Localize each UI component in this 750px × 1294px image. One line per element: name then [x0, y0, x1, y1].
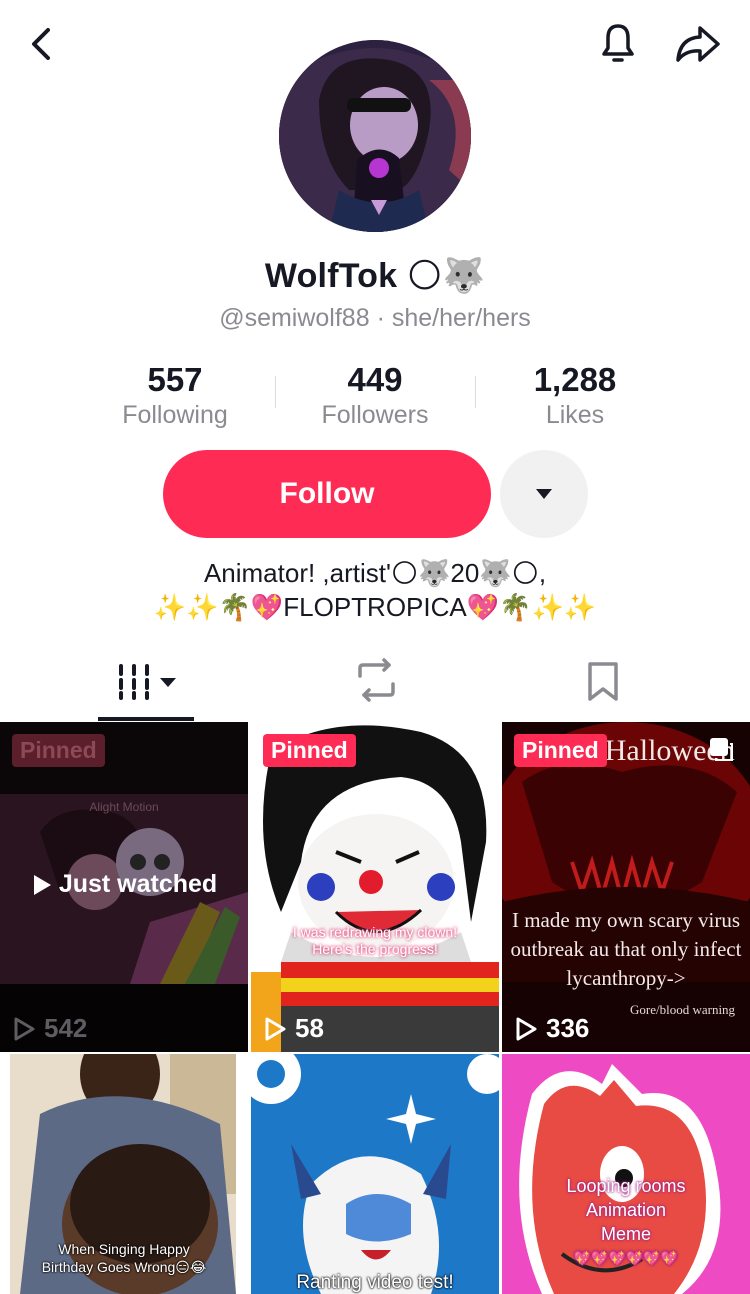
caption-line: I made my own scary virus [511, 908, 741, 932]
multi-photo-icon [710, 738, 733, 761]
play-icon [33, 874, 51, 895]
suggested-accounts-button[interactable] [500, 450, 588, 538]
followers-label: Followers [321, 401, 429, 429]
caption-line: lycanthropy-> [566, 966, 686, 990]
stats-row: 557 Following 449 Followers 1,288 Likes [75, 360, 675, 440]
caption-line: Meme [600, 1224, 651, 1244]
share-icon[interactable] [672, 20, 724, 68]
bio: Animator! ,artist'🌕🐺20🐺🌕, ✨✨🌴💖FLOPTROPIC… [0, 556, 750, 624]
likes-stat[interactable]: 1,288 Likes [475, 360, 675, 440]
back-arrow-icon[interactable] [22, 22, 62, 66]
pronouns: she/her/hers [391, 304, 531, 332]
bio-line: ✨✨🌴💖FLOPTROPICA💖🌴✨✨ [153, 592, 597, 622]
caption-line: Here's the progress! [312, 941, 438, 957]
follow-button[interactable]: Follow [163, 450, 491, 538]
stat-divider [275, 376, 276, 408]
handle-line: @semiwolf88 · she/her/hers [0, 304, 750, 333]
video-caption: When Singing Happy Birthday Goes Wrong😑😂 [0, 1240, 248, 1276]
tab-videos[interactable] [0, 640, 250, 720]
following-label: Following [122, 401, 228, 429]
caption-line: I was redrawing my clown! [292, 924, 458, 940]
app-watermark: Alight Motion [89, 800, 159, 814]
pinned-badge: Pinned [514, 734, 607, 767]
video-caption: I made my own scary virus outbreak au th… [502, 906, 750, 993]
following-stat[interactable]: 557 Following [75, 360, 275, 440]
display-name-text: WolfTok [264, 257, 398, 295]
view-count: 336 [514, 1013, 589, 1044]
caption-line: Animation [585, 1200, 667, 1220]
video-thumbnail[interactable]: Ranting video test! [251, 1054, 499, 1294]
repost-icon [358, 658, 395, 702]
caret-down-icon [536, 489, 552, 499]
view-count-value: 542 [44, 1013, 88, 1043]
video-grid: Pinned Alight Motion Just watched 542 Pi… [0, 722, 750, 1294]
tab-reposts[interactable] [250, 640, 500, 720]
pinned-badge: Pinned [12, 734, 105, 767]
bookmark-icon [588, 662, 618, 701]
likes-count: 1,288 [533, 361, 617, 398]
likes-label: Likes [545, 401, 605, 429]
play-outline-icon [265, 1017, 286, 1040]
followers-count: 449 [347, 361, 403, 398]
caption-line: outbreak au that only infect [510, 937, 742, 961]
display-name: WolfTok 🌕🐺 [0, 256, 750, 296]
stat-divider [475, 376, 476, 408]
caption-line: Looping rooms [566, 1176, 686, 1196]
pinned-badge: Pinned [263, 734, 356, 767]
avatar[interactable] [279, 40, 471, 232]
content-tabs [0, 640, 750, 722]
avatar-image [279, 40, 471, 232]
just-watched-label: Just watched [58, 870, 218, 898]
play-outline-icon [516, 1017, 537, 1040]
video-caption: Ranting video test! [296, 1272, 454, 1293]
video-thumbnail[interactable]: Pinned Alight Motion Just watched 542 [0, 722, 248, 1052]
video-thumbnail[interactable]: When Singing Happy Birthday Goes Wrong😑😂 [0, 1054, 248, 1294]
content-warning: Gore/blood warning [630, 1002, 736, 1017]
caption-line: 💖💖💖💖💖💖 [573, 1250, 679, 1266]
view-count: 58 [263, 1013, 324, 1044]
view-count-value: 336 [546, 1013, 590, 1043]
video-thumbnail[interactable]: Pinned I was redrawing my clown! Here's … [251, 722, 499, 1052]
just-watched-indicator: Just watched [0, 870, 248, 899]
video-caption: I was redrawing my clown! Here's the pro… [251, 924, 499, 958]
video-caption: Looping rooms Animation Meme 💖💖💖💖💖💖 [502, 1174, 750, 1270]
video-thumbnail[interactable]: Happy Halloween Pinned I made my own sca… [502, 722, 750, 1052]
following-count: 557 [147, 361, 203, 398]
followers-stat[interactable]: 449 Followers [275, 360, 475, 440]
video-thumbnail[interactable]: Looping rooms Animation Meme 💖💖💖💖💖💖 [502, 1054, 750, 1294]
active-tab-indicator [98, 717, 194, 721]
view-count-value: 58 [295, 1013, 324, 1043]
view-count: 542 [12, 1013, 87, 1044]
video-grid-icon [119, 664, 176, 700]
video-thumbnail-image [251, 1054, 499, 1294]
tab-favorites[interactable] [500, 640, 750, 720]
bio-line: Animator! ,artist'🌕🐺20🐺🌕, [203, 558, 547, 588]
video-thumbnail-image [251, 722, 499, 1052]
display-name-emojis: 🌕🐺 [406, 257, 486, 295]
play-outline-icon [14, 1017, 35, 1040]
caption-line: Birthday Goes Wrong😑😂 [41, 1259, 207, 1275]
caption-line: When Singing Happy [58, 1241, 190, 1257]
bell-icon[interactable] [594, 18, 642, 70]
username: @semiwolf88 [219, 304, 370, 332]
handle-separator: · [369, 304, 392, 332]
